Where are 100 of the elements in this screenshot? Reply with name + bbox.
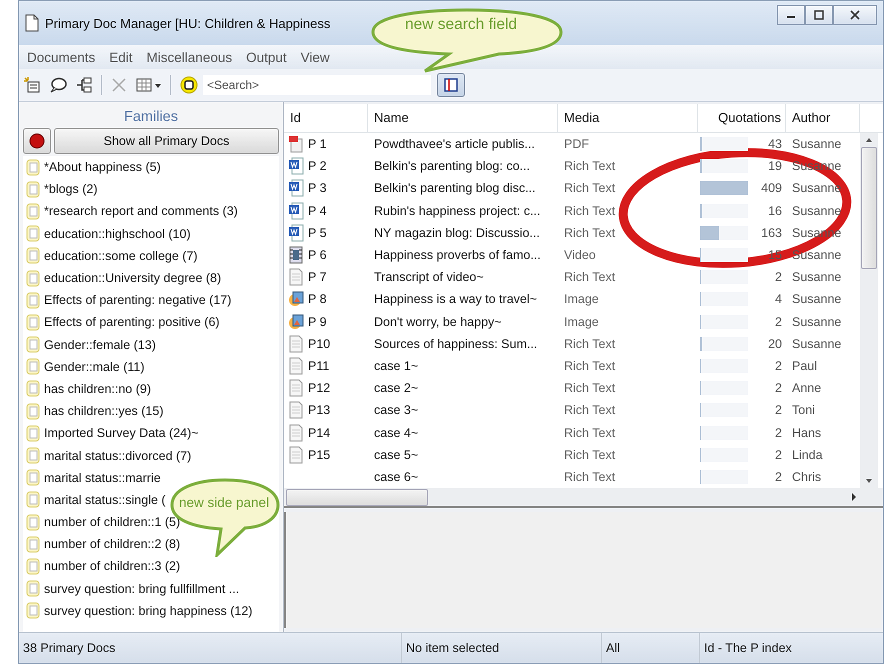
table-cell-text: case 1~ xyxy=(373,358,420,373)
family-icon xyxy=(26,424,40,442)
family-item[interactable]: *blogs (2) xyxy=(44,182,98,196)
menu-item[interactable]: Output xyxy=(246,50,287,64)
horizontal-scrollbar[interactable] xyxy=(284,488,883,506)
scroll-down-icon[interactable] xyxy=(865,478,873,484)
minimize-button[interactable] xyxy=(777,5,805,25)
table-cell-text: Susanne xyxy=(791,292,842,306)
table-cell: P10 xyxy=(308,336,330,351)
family-item[interactable]: education::highschool (10) xyxy=(44,226,191,241)
family-item[interactable]: Gender::female (13) xyxy=(44,338,156,352)
table-cell-text: case 3~ xyxy=(373,403,420,418)
menu-item[interactable]: Edit xyxy=(109,50,133,64)
family-item[interactable]: survey question: bring fullfillment ... xyxy=(44,582,240,596)
table-cell-text: Rich Text xyxy=(563,336,616,351)
table-cell: P15 xyxy=(308,448,330,462)
family-item[interactable]: number of children::3 (2) xyxy=(44,559,180,574)
family-item[interactable]: *research report and comments (3) xyxy=(44,204,238,218)
new-document-icon[interactable] xyxy=(23,76,41,94)
family-item[interactable]: Effects of parenting: positive (6) xyxy=(44,315,220,330)
table-cell-text: Susanne xyxy=(791,248,842,262)
table-cell: P14 xyxy=(308,426,330,440)
table-cell-text: Rich Text xyxy=(563,358,616,373)
family-item[interactable]: education::University degree (8) xyxy=(44,271,222,286)
family-item[interactable]: survey question: bring happiness (12) xyxy=(44,604,252,618)
table-cell: 4 xyxy=(775,292,782,306)
table-cell-text: case 4~ xyxy=(373,426,420,440)
word-file-icon xyxy=(288,202,304,220)
text-file-icon xyxy=(288,268,304,286)
window-title: Primary Doc Manager [HU: Children & Happiness xyxy=(45,16,330,30)
table-cell-text: Rich Text xyxy=(563,381,616,396)
scroll-up-icon[interactable] xyxy=(865,137,873,143)
table-cell-text: Video xyxy=(563,248,597,262)
table-cell-text: NY magazin blog: Discussio... xyxy=(373,226,541,240)
family-icon xyxy=(26,558,40,575)
family-item[interactable]: marital status::marrie xyxy=(44,470,161,485)
table-cell-text: Don't worry, be happy~ xyxy=(373,314,503,329)
maximize-button[interactable] xyxy=(805,5,833,25)
family-item[interactable]: has children::no (9) xyxy=(44,382,152,396)
filter-button[interactable] xyxy=(23,128,51,154)
table-cell: 2 xyxy=(775,426,782,440)
table-cell: P 6 xyxy=(308,248,327,262)
menu-item[interactable]: Miscellaneous xyxy=(146,50,232,64)
family-item[interactable]: number of children::2 (8) xyxy=(44,537,180,552)
text-file-icon xyxy=(288,334,304,353)
table-cell-text: Sources of happiness: Sum... xyxy=(373,336,538,351)
image-file-icon xyxy=(288,312,304,331)
table-cell: P 2 xyxy=(308,159,327,174)
column-header[interactable]: Id xyxy=(284,104,368,132)
vertical-scrollbar[interactable] xyxy=(860,133,878,488)
table-cell: 2 xyxy=(775,358,782,373)
pdf-file-icon xyxy=(288,135,304,154)
table-cell: 20 xyxy=(768,336,782,351)
menu-item[interactable]: View xyxy=(300,50,330,64)
table-cell-text: Transcript of video~ xyxy=(373,270,485,284)
family-item[interactable]: marital status::divorced (7) xyxy=(44,448,192,463)
table-cell-text: Happiness is a way to travel~ xyxy=(373,292,538,306)
family-item[interactable]: marital status::single ( xyxy=(44,492,166,507)
close-button[interactable] xyxy=(833,5,877,25)
table-cell: P 9 xyxy=(308,314,327,329)
family-item[interactable]: education::some college (7) xyxy=(44,248,198,263)
show-all-button[interactable]: Show all Primary Docs xyxy=(54,128,279,154)
family-item[interactable]: Gender::male (11) xyxy=(44,360,145,374)
family-icon xyxy=(26,270,40,287)
callout-text: new side panel xyxy=(179,495,270,510)
target-icon[interactable] xyxy=(179,75,199,95)
column-header[interactable]: Name xyxy=(368,104,558,132)
callout-text: new search field xyxy=(405,16,518,34)
close-icon xyxy=(849,10,861,20)
word-file-icon xyxy=(288,224,304,242)
family-item[interactable]: Effects of parenting: negative (17) xyxy=(44,293,232,308)
family-item[interactable]: has children::yes (15) xyxy=(44,404,164,418)
comment-icon[interactable] xyxy=(49,76,67,94)
network-icon[interactable] xyxy=(75,76,93,94)
family-item[interactable]: number of children::1 (5) xyxy=(44,515,180,530)
family-item[interactable]: *About happiness (5) xyxy=(44,160,161,174)
menu-item[interactable]: Documents xyxy=(27,50,96,64)
column-header[interactable]: Media xyxy=(558,104,698,132)
text-file-icon xyxy=(288,379,304,398)
side-panel-button[interactable] xyxy=(437,73,465,97)
family-icon xyxy=(26,358,40,376)
family-icon xyxy=(26,536,40,553)
table-cell-text: Susanne xyxy=(791,314,842,329)
status-text: Id - The P index xyxy=(699,633,792,663)
table-cell: P 3 xyxy=(308,181,327,196)
table-icon[interactable] xyxy=(136,76,162,94)
table-cell: 163 xyxy=(761,226,782,240)
family-item[interactable]: Imported Survey Data (24)~ xyxy=(44,426,199,440)
column-header[interactable]: Author xyxy=(786,104,860,132)
table-cell-text: Chris xyxy=(791,470,822,484)
family-icon xyxy=(26,469,40,486)
scroll-right-icon[interactable] xyxy=(851,493,857,501)
search-field[interactable]: <Search> xyxy=(203,75,431,95)
panel-icon xyxy=(444,78,458,92)
family-icon xyxy=(26,380,40,398)
column-header[interactable]: Quotations xyxy=(698,104,786,132)
table-cell-text: Rich Text xyxy=(563,426,616,440)
family-icon xyxy=(26,514,40,531)
table-cell-text: Belkin's parenting blog disc... xyxy=(373,181,537,196)
table-cell-text: Susanne xyxy=(791,204,842,218)
